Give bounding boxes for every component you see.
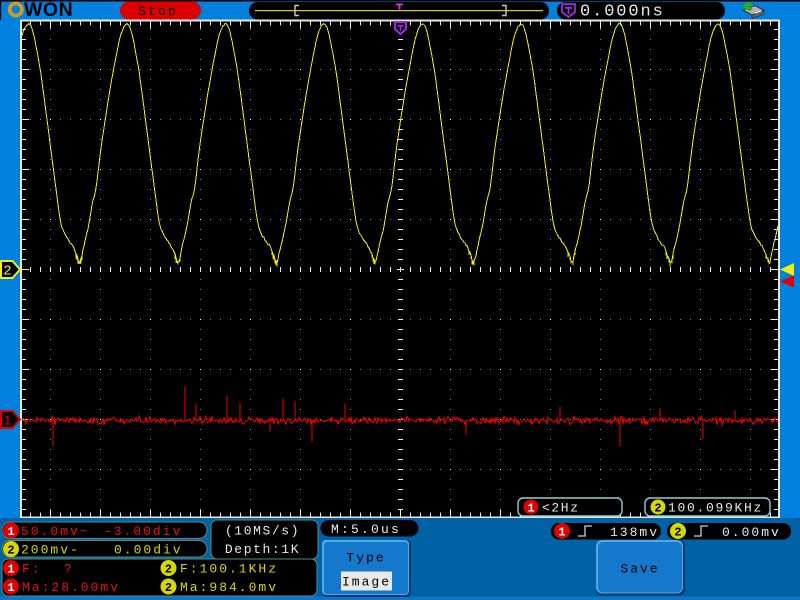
svg-text:<2Hz: <2Hz bbox=[542, 501, 580, 516]
svg-text:200mv-: 200mv- bbox=[21, 543, 80, 558]
svg-text:F:: F: bbox=[22, 562, 42, 577]
svg-text:-3.00div: -3.00div bbox=[104, 524, 182, 539]
svg-text:Save: Save bbox=[620, 562, 659, 577]
svg-text:Depth:1K: Depth:1K bbox=[225, 542, 300, 557]
svg-text:Image: Image bbox=[342, 575, 391, 590]
svg-text:Ma:984.0mv: Ma:984.0mv bbox=[180, 580, 278, 595]
svg-text:Type: Type bbox=[346, 551, 385, 566]
svg-text:2: 2 bbox=[165, 581, 172, 595]
svg-text:1: 1 bbox=[527, 502, 534, 516]
svg-text:138mv: 138mv bbox=[610, 525, 659, 540]
svg-text:1: 1 bbox=[7, 563, 14, 577]
svg-text:1: 1 bbox=[7, 581, 14, 595]
svg-text:Ma:28.00mv: Ma:28.00mv bbox=[22, 580, 120, 595]
svg-text:2: 2 bbox=[654, 502, 661, 516]
svg-text:?: ? bbox=[64, 562, 74, 577]
svg-text:2: 2 bbox=[3, 264, 11, 280]
svg-text:M:5.0us: M:5.0us bbox=[331, 522, 401, 537]
svg-text:1: 1 bbox=[3, 414, 11, 430]
svg-text:0.000ns: 0.000ns bbox=[580, 3, 665, 22]
svg-text:0.00div: 0.00div bbox=[114, 543, 183, 558]
svg-text:(10MS/s): (10MS/s) bbox=[225, 524, 300, 539]
svg-text:2: 2 bbox=[165, 563, 172, 577]
svg-text:2: 2 bbox=[7, 544, 14, 558]
svg-text:WON: WON bbox=[24, 0, 73, 21]
svg-text:50.0mv~: 50.0mv~ bbox=[21, 524, 90, 539]
svg-text:2: 2 bbox=[674, 526, 681, 540]
svg-text:1: 1 bbox=[7, 525, 14, 539]
svg-text:F:100.1KHz: F:100.1KHz bbox=[180, 562, 278, 577]
svg-text:0.00mv: 0.00mv bbox=[722, 525, 781, 540]
svg-text:1: 1 bbox=[558, 526, 565, 540]
svg-text:Stop: Stop bbox=[138, 4, 178, 19]
svg-text:100.099KHz: 100.099KHz bbox=[668, 501, 763, 516]
